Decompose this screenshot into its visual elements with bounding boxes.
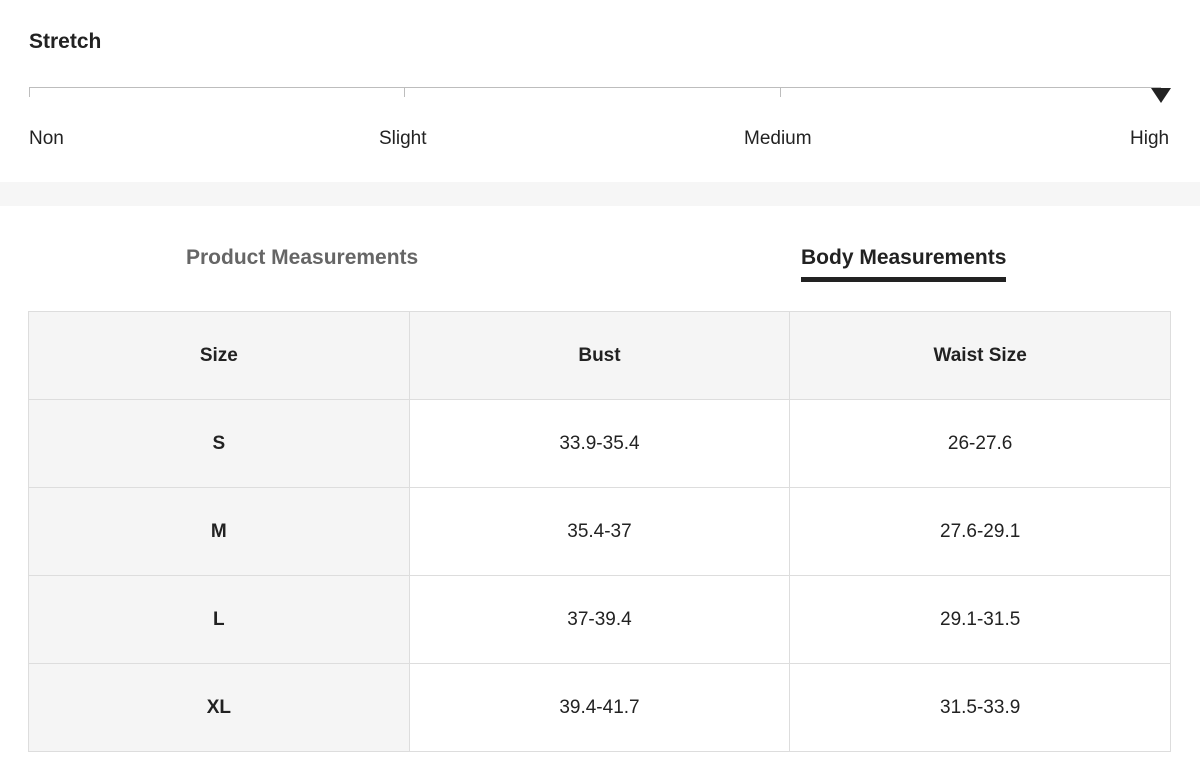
waist-cell: 29.1-31.5	[789, 575, 1171, 664]
tab-product-measurements[interactable]: Product Measurements	[186, 246, 418, 270]
size-cell: M	[28, 487, 410, 576]
stretch-tick-slight	[404, 87, 405, 97]
stretch-tick-non	[29, 87, 30, 97]
size-cell: L	[28, 575, 410, 664]
waist-cell: 31.5-33.9	[789, 663, 1171, 752]
active-tab-underline	[801, 277, 1007, 282]
stretch-label-high: High	[1130, 128, 1170, 149]
section-divider	[0, 182, 1200, 206]
stretch-title: Stretch	[29, 30, 102, 53]
header-waist-size: Waist Size	[789, 311, 1171, 400]
bust-cell: 37-39.4	[408, 575, 791, 664]
waist-cell: 26-27.6	[789, 399, 1171, 488]
bust-cell: 39.4-41.7	[408, 663, 791, 752]
size-table: Size Bust Waist Size S 33.9-35.4 26-27.6…	[28, 311, 1171, 752]
bust-cell: 35.4-37	[408, 487, 791, 576]
size-cell: S	[28, 399, 410, 488]
bust-cell: 33.9-35.4	[408, 399, 791, 488]
stretch-tick-medium	[780, 87, 781, 97]
stretch-label-slight: Slight	[379, 128, 427, 149]
stretch-level-marker-icon	[1151, 88, 1171, 103]
stretch-label-medium: Medium	[744, 128, 812, 149]
table-row: M 35.4-37 27.6-29.1	[28, 487, 1171, 576]
waist-cell: 27.6-29.1	[789, 487, 1171, 576]
stretch-scale-line	[29, 87, 1161, 88]
stretch-label-non: Non	[29, 128, 64, 149]
table-header-row: Size Bust Waist Size	[28, 311, 1171, 400]
stretch-section: Stretch Non Slight Medium High	[0, 0, 1200, 182]
table-row: XL 39.4-41.7 31.5-33.9	[28, 663, 1171, 752]
header-size: Size	[28, 311, 410, 400]
tab-body-measurements[interactable]: Body Measurements	[801, 246, 1007, 282]
tab-body-measurements-label: Body Measurements	[801, 246, 1007, 269]
header-bust: Bust	[408, 311, 791, 400]
size-cell: XL	[28, 663, 410, 752]
table-row: S 33.9-35.4 26-27.6	[28, 399, 1171, 488]
table-row: L 37-39.4 29.1-31.5	[28, 575, 1171, 664]
